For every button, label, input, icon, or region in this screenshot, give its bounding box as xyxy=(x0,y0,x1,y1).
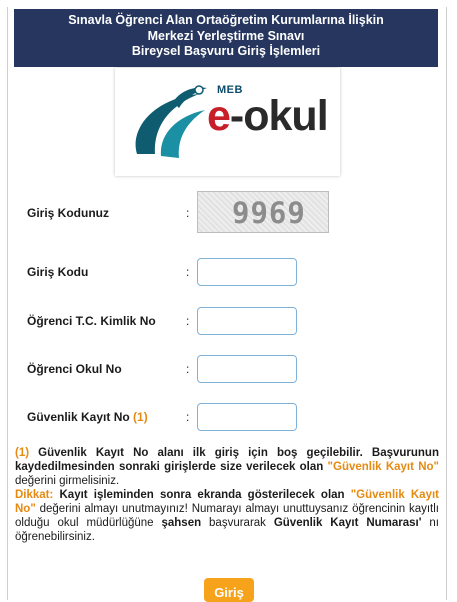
tc-kimlik-input[interactable] xyxy=(197,307,297,335)
captcha-image: 9969 xyxy=(197,191,329,233)
note-1-ref: (1) xyxy=(15,447,30,459)
colon: : xyxy=(186,265,190,279)
captcha-label: Giriş Kodunuz xyxy=(27,206,109,220)
header-title-line1: Sınavla Öğrenci Alan Ortaöğretim Kurumla… xyxy=(68,13,384,27)
captcha-code: 9969 xyxy=(232,196,306,230)
header-title-line2: Merkezi Yerleştirme Sınavı xyxy=(147,28,305,43)
guvenlik-kayit-input[interactable] xyxy=(197,403,297,431)
guvenlik-kayit-label-text: Güvenlik Kayıt No xyxy=(27,410,130,424)
note-2-label: Dikkat: xyxy=(15,489,54,501)
page-header: Sınavla Öğrenci Alan Ortaöğretim Kurumla… xyxy=(14,9,438,67)
header-title-line3: Bireysel Başvuru Giriş İşlemleri xyxy=(131,44,321,58)
giris-kodu-label: Giriş Kodu xyxy=(27,265,89,279)
footnote-ref: (1) xyxy=(133,410,148,424)
submit-button[interactable]: Giriş xyxy=(204,578,254,602)
okul-no-input[interactable] xyxy=(197,355,297,383)
note-2-text-c: başvurarak xyxy=(201,517,274,529)
note-2-bold2: Güvenlik Kayıt Numarası' xyxy=(273,517,422,529)
note-1-quoted: "Güvenlik Kayıt No" xyxy=(327,461,439,473)
colon: : xyxy=(186,206,190,220)
colon: : xyxy=(186,410,190,424)
note-2-text-a: Kayıt işleminden sonra ekranda gösterile… xyxy=(53,489,351,501)
tc-kimlik-label: Öğrenci T.C. Kimlik No xyxy=(27,314,156,328)
note-1: (1) Güvenlik Kayıt No alanı ilk giriş iç… xyxy=(15,446,439,488)
colon: : xyxy=(186,362,190,376)
note-2-bold: şahsen xyxy=(161,517,202,529)
guvenlik-kayit-label: Güvenlik Kayıt No (1) xyxy=(27,410,148,424)
eokul-logo: MEB e-okul xyxy=(115,68,340,176)
info-notes: (1) Güvenlik Kayıt No alanı ilk giriş iç… xyxy=(15,446,439,544)
giris-kodu-input[interactable] xyxy=(197,258,297,286)
okul-no-label: Öğrenci Okul No xyxy=(27,362,122,376)
logo-okul: -okul xyxy=(229,92,329,140)
logo-wordmark: e-okul xyxy=(207,92,329,141)
logo-e: e xyxy=(207,92,231,140)
note-2: Dikkat: Kayıt işleminden sonra ekranda g… xyxy=(15,488,439,544)
colon: : xyxy=(186,314,190,328)
note-1-text-b: değerini girmelisiniz. xyxy=(15,475,120,487)
